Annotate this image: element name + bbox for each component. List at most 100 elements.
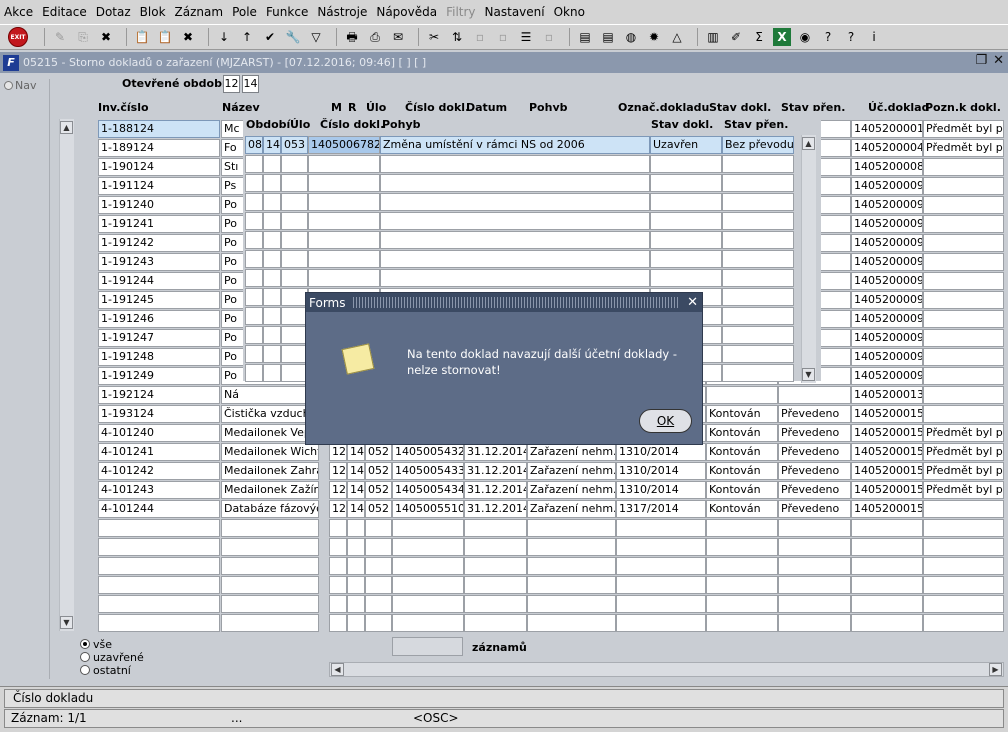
cell-stav[interactable] xyxy=(706,595,778,613)
document-icon[interactable]: ▤ xyxy=(599,28,617,46)
menu-4[interactable]: Záznam xyxy=(175,5,224,19)
sub-cell-stav[interactable] xyxy=(650,250,722,268)
cell-name[interactable]: Databáze fázových xyxy=(221,500,319,518)
sub-cell-doc[interactable] xyxy=(308,174,380,192)
cell-pozn[interactable] xyxy=(923,386,1004,404)
cell-ucdok[interactable]: 1405200008 xyxy=(851,158,923,176)
sort-descending-icon[interactable]: ↑ xyxy=(238,28,256,46)
print-preview-icon[interactable]: ⎙ xyxy=(366,28,384,46)
sub-scroll-up-icon[interactable]: ▲ xyxy=(802,137,815,150)
sub-cell-doc[interactable] xyxy=(308,231,380,249)
sub-cell-stavp[interactable] xyxy=(722,193,794,211)
cell-inv[interactable]: 1-191242 xyxy=(98,234,220,252)
menu-9[interactable]: Filtry xyxy=(446,5,475,19)
cell-stavp[interactable] xyxy=(778,557,851,575)
cell-ulo[interactable] xyxy=(365,595,392,613)
sub-cell-pohyb[interactable] xyxy=(380,155,650,173)
cell-oznac[interactable] xyxy=(616,519,706,537)
cell-ucdok[interactable]: 1405200009 xyxy=(851,196,923,214)
sub-cell-stavp[interactable] xyxy=(722,326,794,344)
menu-1[interactable]: Editace xyxy=(42,5,87,19)
sub-cell-pohyb[interactable] xyxy=(380,269,650,287)
cell-pozn[interactable] xyxy=(923,253,1004,271)
cell-date[interactable] xyxy=(464,519,527,537)
sub-cell-m[interactable] xyxy=(245,174,263,192)
sub-cell-m[interactable] xyxy=(245,193,263,211)
cell-name[interactable] xyxy=(221,614,319,632)
cell-inv[interactable] xyxy=(98,519,220,537)
cell-name[interactable] xyxy=(221,557,319,575)
cell-inv[interactable]: 1-191240 xyxy=(98,196,220,214)
cell-ucdok[interactable]: 1405200009 xyxy=(851,215,923,233)
sub-cell-stavp[interactable] xyxy=(722,212,794,230)
cell-date[interactable]: 31.12.2014 xyxy=(464,481,527,499)
cell-doc[interactable] xyxy=(392,614,464,632)
sub-cell-doc[interactable] xyxy=(308,212,380,230)
cell-m[interactable]: 12 xyxy=(329,481,347,499)
sub-cell-r[interactable] xyxy=(263,307,281,325)
sub-cell-pohyb[interactable]: Změna umístění v rámci NS od 2006 xyxy=(380,136,650,154)
horizontal-scrollbar[interactable]: ◀ ▶ xyxy=(329,662,1004,677)
cell-m[interactable] xyxy=(329,614,347,632)
cell-pohyb[interactable] xyxy=(527,557,616,575)
cell-ucdok[interactable]: 1405200015 xyxy=(851,443,923,461)
cell-ulo[interactable] xyxy=(365,538,392,556)
cell-m[interactable] xyxy=(329,576,347,594)
sub-cell-stav[interactable]: Uzavřen xyxy=(650,136,722,154)
scroll-right-icon[interactable]: ▶ xyxy=(989,663,1002,676)
scroll-down-icon[interactable]: ▼ xyxy=(60,616,73,629)
cell-name[interactable]: Medailonek Wichter xyxy=(221,443,319,461)
cell-ucdok[interactable]: 1405200009 xyxy=(851,272,923,290)
cell-pozn[interactable] xyxy=(923,272,1004,290)
sub-cell-r[interactable] xyxy=(263,288,281,306)
delete-icon[interactable]: ✖ xyxy=(179,28,197,46)
dialog-close-icon[interactable]: ✕ xyxy=(687,295,698,310)
scroll-up-icon[interactable]: ▲ xyxy=(60,121,73,134)
cell-inv[interactable]: 1-192124 xyxy=(98,386,220,404)
cell-oznac[interactable] xyxy=(616,595,706,613)
sub-cell-stavp[interactable] xyxy=(722,155,794,173)
wrench-icon[interactable]: 🔧 xyxy=(284,28,302,46)
menu-5[interactable]: Pole xyxy=(232,5,257,19)
filter-radio-closed[interactable]: uzavřené xyxy=(80,652,144,664)
cell-date[interactable] xyxy=(464,576,527,594)
cell-ucdok[interactable]: 1405200015 xyxy=(851,405,923,423)
cell-oznac[interactable] xyxy=(616,538,706,556)
cell-inv[interactable]: 1-191247 xyxy=(98,329,220,347)
cell-inv[interactable]: 4-101240 xyxy=(98,424,220,442)
cell-stav[interactable] xyxy=(706,538,778,556)
sub-cell-doc[interactable] xyxy=(308,193,380,211)
sub-cell-ulo[interactable] xyxy=(281,307,308,325)
cell-inv[interactable]: 1-188124 xyxy=(98,120,220,138)
sub-cell-r[interactable] xyxy=(263,193,281,211)
cell-ulo[interactable] xyxy=(365,557,392,575)
cell-pozn[interactable] xyxy=(923,367,1004,385)
sub-cell-m[interactable] xyxy=(245,250,263,268)
disabled-copy-icon[interactable]: ⎘ xyxy=(74,28,92,46)
checkmark-icon[interactable]: ✔ xyxy=(261,28,279,46)
cell-stavp[interactable] xyxy=(778,576,851,594)
sub-cell-ulo[interactable] xyxy=(281,193,308,211)
cell-date[interactable]: 31.12.2014 xyxy=(464,462,527,480)
info-icon[interactable]: i xyxy=(865,28,883,46)
cell-ulo[interactable] xyxy=(365,519,392,537)
period-year[interactable]: 14 xyxy=(242,75,259,93)
cell-pozn[interactable] xyxy=(923,234,1004,252)
cell-ulo[interactable]: 052 xyxy=(365,443,392,461)
cell-inv[interactable]: 1-191249 xyxy=(98,367,220,385)
cell-date[interactable] xyxy=(464,557,527,575)
table-scrollbar[interactable]: ▲ ▼ xyxy=(59,119,74,631)
sub-cell-ulo[interactable] xyxy=(281,364,308,382)
cell-pohyb[interactable]: Zařazení nehm.ma xyxy=(527,500,616,518)
cell-pozn[interactable] xyxy=(923,405,1004,423)
cell-pozn[interactable]: Předmět byl poř xyxy=(923,443,1004,461)
cell-ucdok[interactable]: 1405200013 xyxy=(851,386,923,404)
sub-cell-ulo[interactable] xyxy=(281,231,308,249)
sub-cell-ulo[interactable] xyxy=(281,345,308,363)
sub-cell-stavp[interactable] xyxy=(722,345,794,363)
sub-cell-r[interactable] xyxy=(263,250,281,268)
cell-stav[interactable] xyxy=(706,519,778,537)
cell-pohyb[interactable] xyxy=(527,576,616,594)
cell-pozn[interactable] xyxy=(923,310,1004,328)
cell-pozn[interactable] xyxy=(923,291,1004,309)
